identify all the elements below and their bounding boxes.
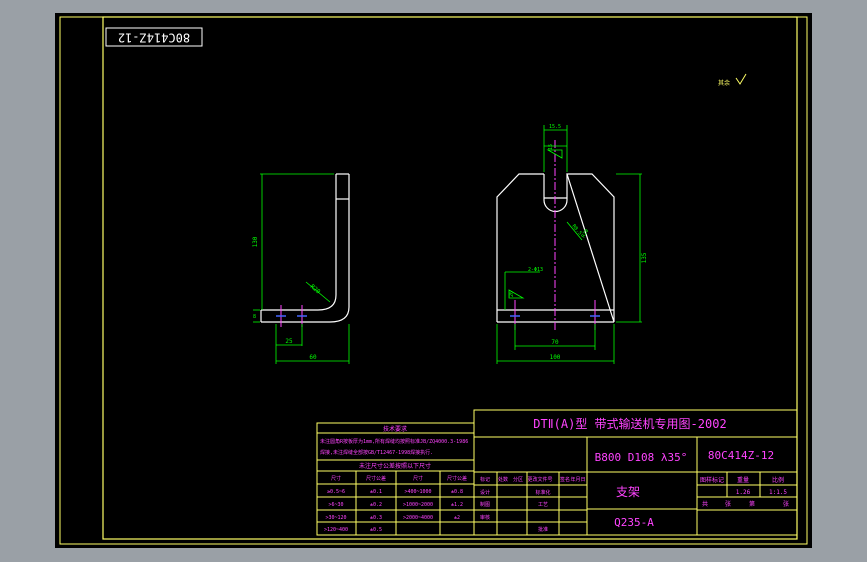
tech-col: 尺寸 bbox=[331, 475, 341, 482]
title-main: DTⅡ(A)型 带式输送机专用图-2002 bbox=[533, 416, 726, 431]
dim-side-offset: 8 bbox=[253, 314, 256, 320]
role-label: 工艺 bbox=[538, 502, 548, 508]
sheet-label: 张 bbox=[725, 500, 731, 508]
role-label: 标准化 bbox=[535, 489, 550, 496]
change-label: 分区 bbox=[513, 476, 523, 483]
role-label: 制图 bbox=[480, 501, 490, 508]
role-label: 批准 bbox=[538, 526, 548, 533]
tech-subheader: 未注尺寸公差按照以下尺寸 bbox=[359, 462, 431, 470]
right-header: 比例 bbox=[772, 476, 784, 484]
change-label: 年月日 bbox=[570, 476, 585, 483]
dim-front-hole-pos: 26 bbox=[509, 291, 515, 297]
tech-cell: ±0.5 bbox=[370, 527, 382, 533]
sheet-label: 共 bbox=[702, 500, 708, 508]
right-header: 图样标记 bbox=[700, 476, 724, 484]
tech-col: 尺寸公差 bbox=[366, 475, 386, 482]
sheet-label: 张 bbox=[783, 500, 789, 508]
tech-cell: ±2 bbox=[454, 515, 460, 521]
tech-cell: ±1.2 bbox=[451, 502, 463, 508]
tech-cell: ≥0.5~6 bbox=[327, 489, 345, 495]
tech-cell: >120~400 bbox=[324, 527, 348, 533]
change-label: 标记 bbox=[480, 476, 490, 483]
tech-note-1: 未注圆角R按板厚为1mm,所有焊缝均按照标准JB/ZQ4000.3-1986 bbox=[320, 438, 468, 445]
title-drawing-number: 80C414Z-12 bbox=[708, 449, 774, 462]
title-part-name: 支架 bbox=[616, 485, 640, 499]
stamp-text: 80C414Z-12 bbox=[118, 31, 190, 45]
sheet-label: 第 bbox=[749, 500, 755, 508]
tech-cell: ±0.8 bbox=[451, 489, 463, 495]
role-label: 审核 bbox=[480, 514, 490, 521]
tech-col: 尺寸公差 bbox=[447, 475, 467, 482]
change-label: 更改文件号 bbox=[527, 476, 552, 483]
title-spec: B800 D108 λ35° bbox=[595, 451, 688, 464]
dim-side-60: 60 bbox=[309, 354, 317, 361]
inverted-number-stamp: 80C414Z-12 bbox=[105, 27, 203, 47]
right-header: 重量 bbox=[737, 476, 749, 484]
roughness-label: 其余 bbox=[718, 79, 730, 87]
tech-cell: >1000~2000 bbox=[403, 502, 433, 508]
title-material: Q235-A bbox=[614, 516, 654, 529]
dim-side-25: 25 bbox=[285, 338, 293, 345]
title-scale: 1:1.5 bbox=[769, 489, 787, 496]
tech-header: 技术要求 bbox=[383, 425, 407, 433]
tech-col: 尺寸 bbox=[413, 475, 423, 482]
tech-cell: ±0.3 bbox=[370, 515, 382, 521]
drawing-canvas: 80C414Z-12 其余 130 R20 8 25 60 15.5 15 R8… bbox=[0, 0, 867, 562]
dim-front-width: 100 bbox=[550, 354, 561, 361]
dim-front-holes: 2-Φ13 bbox=[528, 267, 543, 273]
tech-cell: >30~120 bbox=[325, 515, 346, 521]
change-label: 签名 bbox=[560, 476, 570, 483]
tech-note-2: 焊接,未注焊缝全部按GB/T12467-1998焊接执行. bbox=[320, 449, 433, 456]
dim-front-slot-width: 15 bbox=[548, 144, 554, 150]
change-label: 处数 bbox=[498, 476, 508, 483]
tech-cell: >6~30 bbox=[328, 502, 343, 508]
dim-side-height: 130 bbox=[252, 236, 259, 247]
tech-cell: >2000~4000 bbox=[403, 515, 433, 521]
dim-front-70: 70 bbox=[551, 339, 559, 346]
role-label: 设计 bbox=[480, 489, 490, 496]
tech-cell: ±0.2 bbox=[370, 502, 382, 508]
tech-cell: >400~1000 bbox=[404, 489, 431, 495]
dim-front-height: 135 bbox=[641, 252, 648, 263]
title-weight: 1.26 bbox=[736, 489, 751, 496]
tech-cell: ±0.1 bbox=[370, 489, 382, 495]
model-space bbox=[55, 13, 812, 548]
dim-front-top-width: 15.5 bbox=[549, 124, 561, 130]
